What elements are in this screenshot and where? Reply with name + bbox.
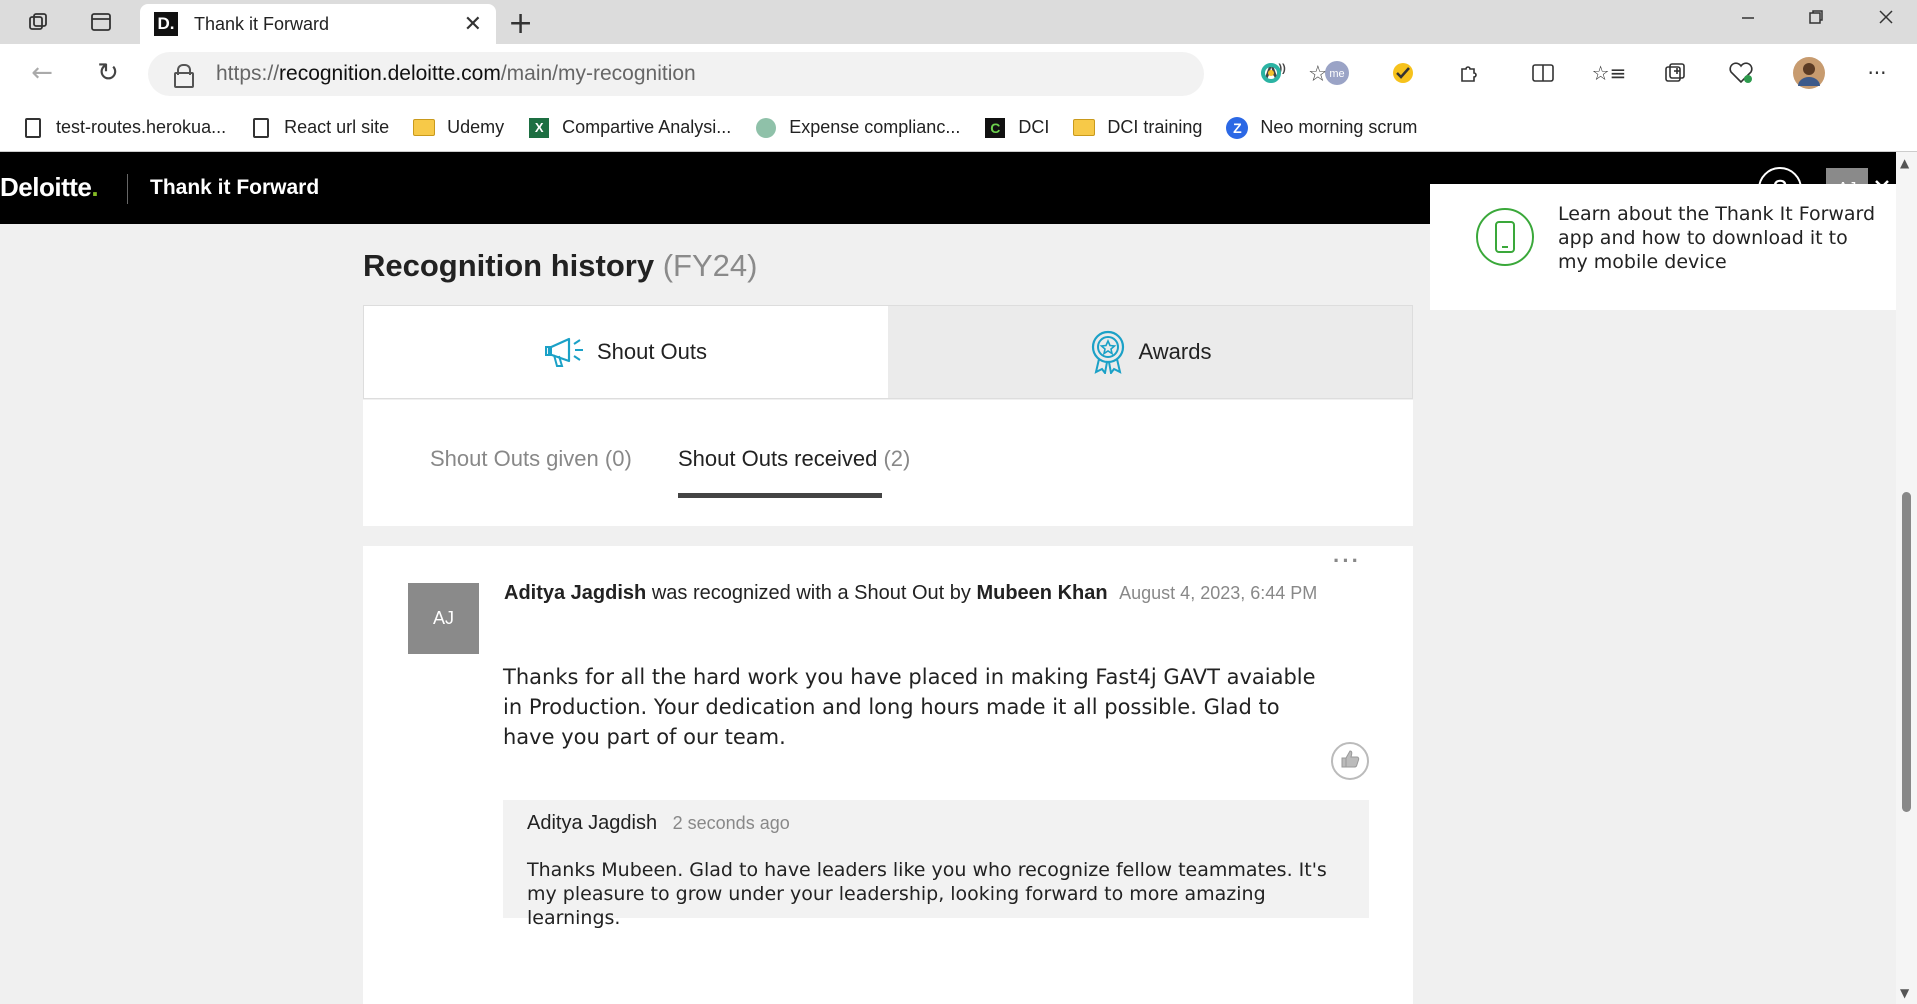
tab-shout-outs[interactable]: Shout Outs — [364, 306, 888, 398]
mobile-app-promo[interactable]: Learn about the Thank It Forward app and… — [1430, 184, 1896, 310]
favorites-list-icon[interactable]: ☆≡ — [1592, 56, 1627, 90]
folder-icon — [413, 117, 436, 139]
shout-out-subtabs: Shout Outs given (0) Shout Outs received… — [363, 400, 1413, 526]
recipient-name[interactable]: Aditya Jagdish — [504, 582, 646, 604]
recognition-card: ··· AJ Aditya Jagdish was recognized wit… — [363, 546, 1413, 1004]
address-bar-row: ← ↻ https://recognition.deloitte.com/mai… — [0, 44, 1917, 104]
svg-text:me: me — [1329, 68, 1344, 80]
back-arrow-icon[interactable]: ← — [22, 58, 62, 88]
url-field[interactable]: https://recognition.deloitte.com/main/my… — [148, 52, 1328, 96]
extensions-puzzle-icon[interactable] — [1452, 56, 1486, 90]
extension-check-icon[interactable] — [1386, 56, 1420, 90]
tab-awards[interactable]: Awards — [888, 306, 1412, 398]
thumbs-up-icon — [1339, 748, 1361, 774]
bookmark-item[interactable]: test-routes.herokua... — [22, 117, 226, 139]
reply-comment: Aditya Jagdish 2 seconds ago Thanks Mube… — [503, 800, 1369, 929]
scroll-down-icon[interactable]: ▼ — [1900, 986, 1909, 1000]
browser-tab-title: Thank it Forward — [194, 13, 330, 34]
extension-circle-icon[interactable] — [1254, 56, 1288, 90]
excel-icon: X — [528, 117, 550, 139]
avatar: AJ — [408, 583, 479, 654]
tab-awards-label: Awards — [1138, 339, 1212, 364]
page-viewport: Deloitte. Thank it Forward ? AJ Recognit… — [0, 152, 1896, 1004]
zoom-icon: Z — [1226, 116, 1249, 139]
profile-avatar-icon[interactable] — [1792, 56, 1826, 90]
recognition-headline: Aditya Jagdish was recognized with a Sho… — [504, 582, 1318, 604]
url-text: https://recognition.deloitte.com/main/my… — [216, 62, 696, 85]
close-window-icon[interactable] — [1866, 6, 1906, 30]
browser-essentials-icon[interactable] — [1724, 56, 1758, 90]
promo-text: Learn about the Thank It Forward app and… — [1558, 203, 1876, 273]
reply-timestamp: 2 seconds ago — [672, 813, 790, 833]
folder-icon — [1073, 117, 1096, 139]
deloitte-favicon-icon: D. — [154, 12, 178, 36]
deloitte-logo[interactable]: Deloitte. — [0, 172, 99, 203]
recognition-date: August 4, 2023, 6:44 PM — [1119, 583, 1318, 603]
fiscal-year-label: (FY24) — [662, 248, 758, 283]
restore-window-icon[interactable] — [1796, 6, 1836, 30]
tab-shout-outs-given[interactable]: Shout Outs given (0) — [430, 446, 632, 472]
app-name[interactable]: Thank it Forward — [150, 176, 319, 200]
recognition-type-tabs: Shout Outs Awards — [363, 305, 1413, 399]
like-button[interactable] — [1331, 742, 1369, 780]
extension-me-icon[interactable]: me — [1320, 56, 1354, 90]
reply-text: Thanks Mubeen. Glad to have leaders like… — [527, 859, 1327, 929]
award-ribbon-icon — [1089, 330, 1127, 374]
lock-icon[interactable] — [174, 64, 194, 88]
dci-icon: C — [984, 117, 1006, 139]
collections-icon[interactable] — [1658, 56, 1692, 90]
header-divider — [127, 174, 128, 204]
bookmark-item[interactable]: Z Neo morning scrum — [1226, 116, 1417, 139]
tab-shout-outs-received[interactable]: Shout Outs received (2) — [678, 446, 910, 472]
megaphone-icon — [544, 335, 585, 369]
refresh-icon[interactable]: ↻ — [88, 58, 128, 88]
active-tab-indicator — [678, 493, 882, 498]
new-tab-button[interactable]: + — [508, 6, 533, 41]
more-options-button[interactable]: ··· — [1333, 548, 1361, 574]
split-screen-icon[interactable] — [1526, 56, 1560, 90]
bookmark-item[interactable]: Udemy — [413, 117, 504, 139]
bookmark-item[interactable]: DCI training — [1073, 117, 1202, 139]
bookmarks-bar: test-routes.herokua... React url site Ud… — [0, 104, 1917, 152]
reply-author-name[interactable]: Aditya Jagdish — [527, 812, 657, 834]
bookmark-item[interactable]: C DCI — [984, 117, 1049, 139]
browser-tab-strip: D. Thank it Forward ✕ + — [0, 0, 1917, 44]
bookmark-item[interactable]: React url site — [250, 117, 389, 139]
bookmark-item[interactable]: Expense complianc... — [755, 117, 960, 139]
more-options-icon[interactable]: ··· — [1860, 56, 1894, 90]
close-tab-icon[interactable]: ✕ — [464, 12, 482, 37]
browser-tab-active[interactable]: D. Thank it Forward ✕ — [140, 4, 496, 44]
page-title: Recognition history (FY24) — [363, 248, 758, 283]
minimize-window-icon[interactable] — [1728, 6, 1768, 30]
page-scrollbar[interactable]: ▲ ▼ — [1896, 152, 1917, 1004]
bookmark-item[interactable]: X Compartive Analysi... — [528, 117, 731, 139]
reply-header: Aditya Jagdish 2 seconds ago — [527, 812, 790, 835]
tab-shout-outs-label: Shout Outs — [596, 339, 708, 364]
page-icon — [22, 117, 44, 139]
app-circle-icon — [755, 117, 777, 139]
scrollbar-thumb[interactable] — [1902, 492, 1911, 812]
workspaces-icon[interactable] — [24, 8, 54, 36]
tab-actions-icon[interactable] — [86, 8, 116, 36]
giver-name[interactable]: Mubeen Khan — [976, 582, 1107, 604]
scroll-up-icon[interactable]: ▲ — [1900, 156, 1909, 170]
recognition-message: Thanks for all the hard work you have pl… — [503, 665, 1316, 749]
mobile-phone-icon — [1476, 208, 1534, 266]
page-icon — [250, 117, 272, 139]
